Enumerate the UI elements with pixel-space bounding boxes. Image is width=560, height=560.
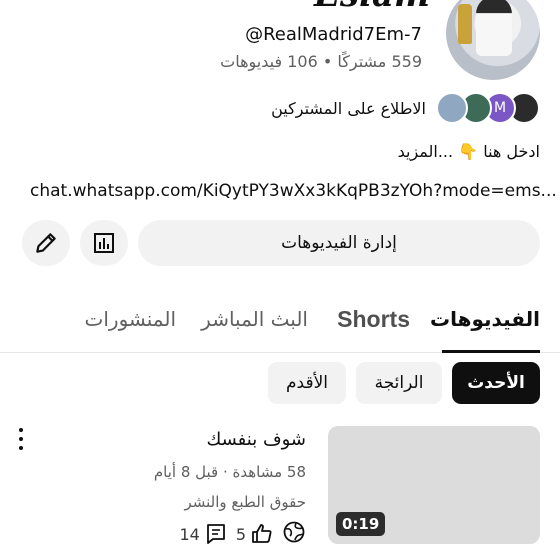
subscriber-avatar xyxy=(436,92,468,124)
sort-chip-popular[interactable]: الرائجة xyxy=(356,362,442,404)
video-likes: 5 xyxy=(236,522,274,546)
globe-icon xyxy=(282,520,306,548)
more-options-icon[interactable] xyxy=(12,428,30,450)
channel-name: Esiam xyxy=(314,0,430,12)
trophy-image xyxy=(458,4,472,44)
channel-tabs: الفيديوهات Shorts البث المباشر المنشورات xyxy=(0,290,560,353)
sort-chip-latest[interactable]: الأحدث xyxy=(452,362,540,404)
player-image xyxy=(476,0,512,56)
video-title[interactable]: شوف بنفسك xyxy=(206,426,306,454)
tab-live[interactable]: البث المباشر xyxy=(201,304,308,334)
video-license: حقوق الطبع والنشر xyxy=(184,493,306,511)
tab-shorts[interactable]: Shorts xyxy=(337,304,410,334)
pencil-icon xyxy=(36,233,56,253)
channel-avatar[interactable] xyxy=(446,0,540,80)
tab-videos[interactable]: الفيديوهات xyxy=(430,304,540,334)
view-subscribers-row[interactable]: M الاطلاع على المشتركين xyxy=(271,90,540,126)
manage-videos-button[interactable]: إدارة الفيديوهات xyxy=(138,220,540,266)
video-stats: 5 14 xyxy=(179,520,306,548)
video-comments: 14 xyxy=(179,522,227,546)
channel-stats: 559 مشتركًا • 106 فيديوهات xyxy=(220,52,422,71)
video-duration: 0:19 xyxy=(336,512,386,536)
video-meta: 58 مشاهدة · قبل 8 أيام xyxy=(153,463,306,481)
view-subscribers-label: الاطلاع على المشتركين xyxy=(271,98,426,118)
subscriber-avatars: M xyxy=(436,92,540,124)
channel-handle: @RealMadrid7Em-7 xyxy=(245,24,422,45)
likes-count: 5 xyxy=(235,524,246,544)
comments-count: 14 xyxy=(179,524,200,544)
tab-posts[interactable]: المنشورات xyxy=(85,304,176,334)
analytics-button[interactable] xyxy=(80,220,128,266)
channel-link[interactable]: chat.whatsapp.com/KiQytPY3wXx3kKqPB3zYOh… xyxy=(30,178,557,204)
active-tab-indicator xyxy=(442,350,540,353)
thumbs-up-icon xyxy=(252,524,272,543)
comment-icon xyxy=(206,524,225,544)
analytics-icon xyxy=(94,233,114,253)
manage-videos-label: إدارة الفيديوهات xyxy=(281,233,397,253)
video-thumbnail[interactable]: 0:19 xyxy=(328,426,540,544)
channel-description[interactable]: ادخل هنا 👇 ...المزيد xyxy=(398,140,540,164)
edit-channel-button[interactable] xyxy=(22,220,70,266)
sort-chip-oldest[interactable]: الأقدم xyxy=(268,362,346,404)
